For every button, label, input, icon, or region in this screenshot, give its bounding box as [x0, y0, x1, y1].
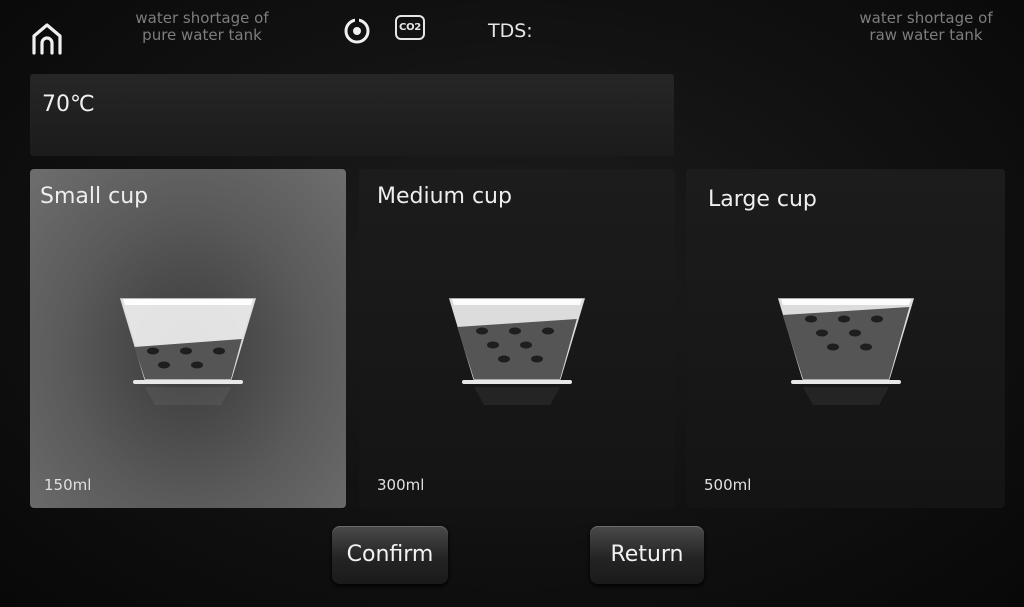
eye-icon	[344, 18, 370, 44]
raw-tank-warning: water shortage of raw water tank	[836, 10, 1016, 44]
temperature-value: 70℃	[42, 92, 95, 117]
temperature-bar[interactable]: 70℃	[30, 74, 674, 156]
return-button[interactable]: Return	[590, 526, 704, 584]
home-icon[interactable]	[30, 22, 64, 56]
cup-icon	[119, 298, 257, 405]
cup-volume: 500ml	[704, 476, 752, 494]
confirm-button[interactable]: Confirm	[332, 526, 448, 584]
tds-label: TDS:	[488, 20, 533, 42]
cup-volume: 300ml	[377, 476, 425, 494]
cup-card-large[interactable]: Large cup 500ml	[686, 169, 1005, 508]
cup-card-small[interactable]: Small cup 150ml	[30, 169, 346, 508]
cup-label: Medium cup	[377, 184, 512, 209]
cup-volume: 150ml	[44, 476, 92, 494]
pure-tank-warning-line1: water shortage of	[135, 9, 269, 27]
cup-label: Small cup	[40, 184, 149, 209]
pure-tank-warning-line2: pure water tank	[142, 26, 262, 44]
cup-icon	[448, 298, 586, 405]
cup-card-medium[interactable]: Medium cup 300ml	[359, 169, 675, 508]
cup-label: Large cup	[708, 187, 817, 212]
raw-tank-warning-line1: water shortage of	[859, 9, 993, 27]
cup-icon	[777, 298, 914, 405]
co2-icon: CO2	[395, 15, 425, 40]
pure-tank-warning: water shortage of pure water tank	[116, 10, 288, 44]
screen: water shortage of pure water tank CO2 TD…	[0, 0, 1024, 607]
raw-tank-warning-line2: raw water tank	[869, 26, 983, 44]
